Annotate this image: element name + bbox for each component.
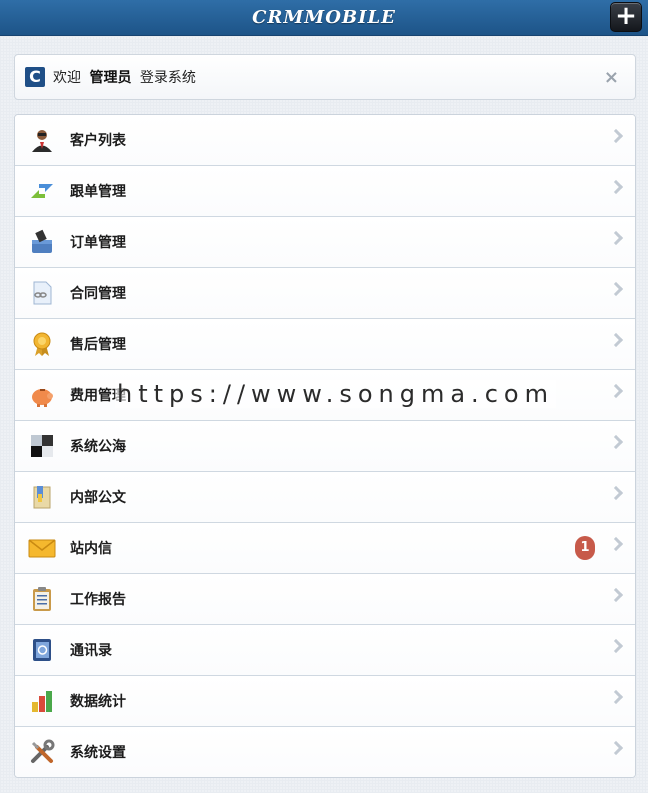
welcome-prefix: 欢迎 xyxy=(53,70,81,86)
menu-item-stats[interactable]: 数据统计 xyxy=(15,676,635,727)
menu-item-contracts[interactable]: 合同管理 xyxy=(15,268,635,319)
menu-label: 数据统计 xyxy=(70,694,126,710)
welcome-text: 欢迎 管理员 登录系统 xyxy=(53,67,196,87)
app-header: CRMMOBILE + xyxy=(0,0,648,36)
app-title: CRMMOBILE xyxy=(252,7,396,28)
menu-item-follow[interactable]: 跟单管理 xyxy=(15,166,635,217)
chevron-right-icon xyxy=(608,740,624,756)
menu-label: 内部公文 xyxy=(70,490,126,506)
chevron-right-icon xyxy=(608,638,624,654)
order-icon xyxy=(28,228,56,256)
menu-label: 合同管理 xyxy=(70,286,126,302)
unread-badge: 1 xyxy=(575,536,595,560)
contract-icon xyxy=(28,279,56,307)
close-icon[interactable]: × xyxy=(604,67,619,88)
chevron-right-icon xyxy=(608,383,624,399)
mail-icon xyxy=(28,534,56,562)
menu-label: 费用管理 xyxy=(70,388,126,404)
menu-item-documents[interactable]: 内部公文 xyxy=(15,472,635,523)
menu-label: 客户列表 xyxy=(70,133,126,149)
aftersale-icon xyxy=(28,330,56,358)
pool-icon xyxy=(28,432,56,460)
chevron-right-icon xyxy=(608,179,624,195)
customer-icon xyxy=(28,126,56,154)
welcome-suffix: 登录系统 xyxy=(139,70,196,86)
welcome-banner: C 欢迎 管理员 登录系统 × xyxy=(14,54,636,100)
menu-item-orders[interactable]: 订单管理 xyxy=(15,217,635,268)
menu-item-contacts[interactable]: 通讯录 xyxy=(15,625,635,676)
chevron-right-icon xyxy=(608,485,624,501)
follow-icon xyxy=(28,177,56,205)
add-button[interactable]: + xyxy=(610,2,642,32)
menu-label: 站内信 xyxy=(70,541,112,557)
chevron-right-icon xyxy=(608,434,624,450)
menu-item-expenses[interactable]: 费用管理 xyxy=(15,370,635,421)
settings-icon xyxy=(28,738,56,766)
crm-logo-icon: C xyxy=(25,67,45,87)
menu-label: 工作报告 xyxy=(70,592,126,608)
chevron-right-icon xyxy=(608,536,624,552)
chevron-right-icon xyxy=(608,128,624,144)
main-menu: 客户列表 跟单管理 订单管理 合同管理 售后管理 费用管理 系统公海 内部公文 … xyxy=(14,114,636,778)
report-icon xyxy=(28,585,56,613)
menu-item-pool[interactable]: 系统公海 xyxy=(15,421,635,472)
menu-label: 通讯录 xyxy=(70,643,112,659)
chevron-right-icon xyxy=(608,587,624,603)
menu-item-reports[interactable]: 工作报告 xyxy=(15,574,635,625)
contacts-icon xyxy=(28,636,56,664)
menu-item-aftersale[interactable]: 售后管理 xyxy=(15,319,635,370)
menu-item-customers[interactable]: 客户列表 xyxy=(15,115,635,166)
chevron-right-icon xyxy=(608,332,624,348)
menu-label: 系统公海 xyxy=(70,439,126,455)
menu-item-messages[interactable]: 站内信 1 xyxy=(15,523,635,574)
menu-label: 订单管理 xyxy=(70,235,126,251)
menu-label: 系统设置 xyxy=(70,745,126,761)
chevron-right-icon xyxy=(608,230,624,246)
menu-label: 售后管理 xyxy=(70,337,126,353)
expense-icon xyxy=(28,381,56,409)
document-icon xyxy=(28,483,56,511)
stats-icon xyxy=(28,687,56,715)
menu-label: 跟单管理 xyxy=(70,184,126,200)
chevron-right-icon xyxy=(608,689,624,705)
chevron-right-icon xyxy=(608,281,624,297)
menu-item-settings[interactable]: 系统设置 xyxy=(15,727,635,777)
welcome-role: 管理员 xyxy=(89,70,132,86)
